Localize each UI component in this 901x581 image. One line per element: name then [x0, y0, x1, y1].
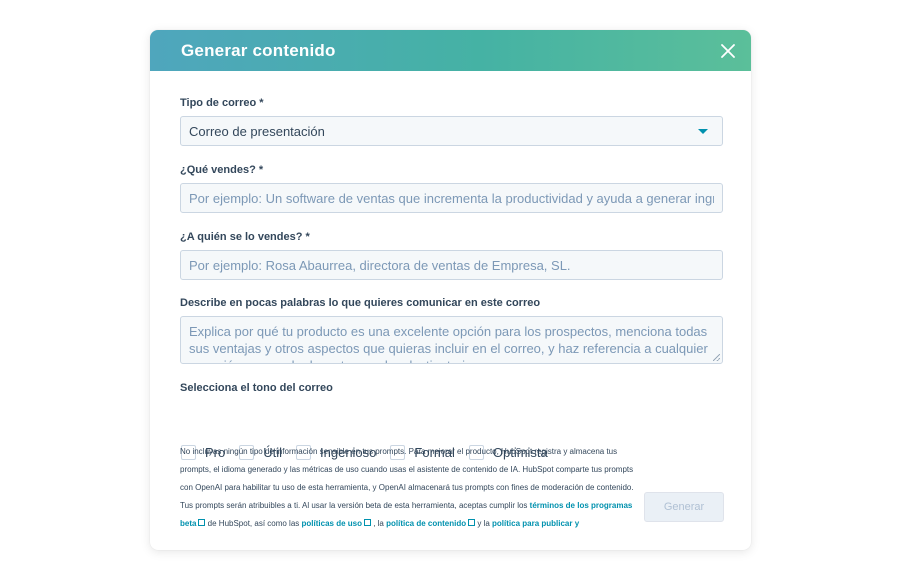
- email-type-select[interactable]: Correo de presentación: [180, 116, 723, 146]
- content-policy-link[interactable]: política de contenido: [386, 519, 466, 528]
- generate-button[interactable]: Generar: [644, 492, 724, 522]
- what-sell-label: ¿Qué vendes? *: [180, 164, 264, 176]
- disclaimer-text: , la: [370, 519, 387, 528]
- email-type-value: Correo de presentación: [189, 123, 325, 139]
- describe-textarea[interactable]: Explica por qué tu producto es una excel…: [180, 316, 723, 364]
- disclaimer-text: y la: [475, 519, 493, 528]
- what-sell-input[interactable]: Por ejemplo: Un software de ventas que i…: [180, 183, 723, 213]
- chevron-down-icon: [698, 128, 708, 134]
- describe-label: Describe en pocas palabras lo que quiere…: [180, 297, 541, 309]
- modal-header: Generar contenido: [150, 30, 751, 71]
- external-link-icon: [363, 519, 371, 526]
- what-sell-placeholder: Por ejemplo: Un software de ventas que i…: [189, 190, 714, 206]
- tone-label: Selecciona el tono del correo: [180, 382, 333, 394]
- external-link-icon: [198, 519, 206, 526]
- email-type-label: Tipo de correo *: [180, 97, 264, 109]
- modal-title: Generar contenido: [181, 40, 336, 60]
- privacy-disclaimer: No incluyas ningún tipo de información s…: [180, 443, 637, 533]
- publishing-policy-link[interactable]: política para publicar y: [492, 519, 579, 528]
- disclaimer-text: de HubSpot, así como las: [205, 519, 302, 528]
- generate-content-modal: Generar contenido Tipo de correo * Corre…: [150, 30, 751, 550]
- usage-policies-link[interactable]: políticas de uso: [302, 519, 362, 528]
- who-sell-label: ¿A quién se lo vendes? *: [180, 231, 310, 243]
- external-link-icon: [468, 519, 476, 526]
- who-sell-placeholder: Por ejemplo: Rosa Abaurrea, directora de…: [189, 257, 571, 273]
- who-sell-input[interactable]: Por ejemplo: Rosa Abaurrea, directora de…: [180, 250, 723, 280]
- close-icon[interactable]: [719, 42, 737, 60]
- resize-handle-icon[interactable]: [713, 354, 720, 361]
- describe-placeholder: Explica por qué tu producto es una excel…: [189, 324, 708, 363]
